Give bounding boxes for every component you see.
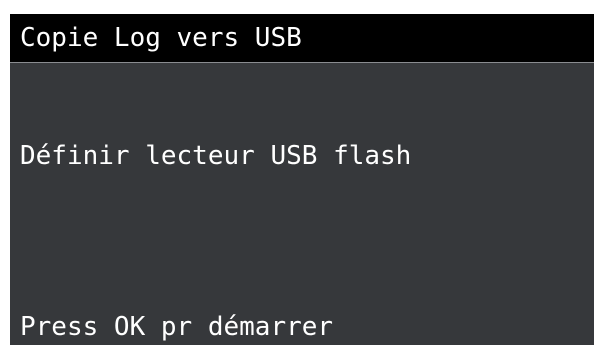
screen-title: Copie Log vers USB xyxy=(20,23,302,53)
lcd-screen: Copie Log vers USB Définir lecteur USB f… xyxy=(10,14,594,345)
title-divider xyxy=(10,62,594,63)
title-bar: Copie Log vers USB xyxy=(10,14,594,62)
start-prompt-text: Press OK pr démarrer xyxy=(20,312,334,342)
instruction-text: Définir lecteur USB flash xyxy=(20,141,412,171)
